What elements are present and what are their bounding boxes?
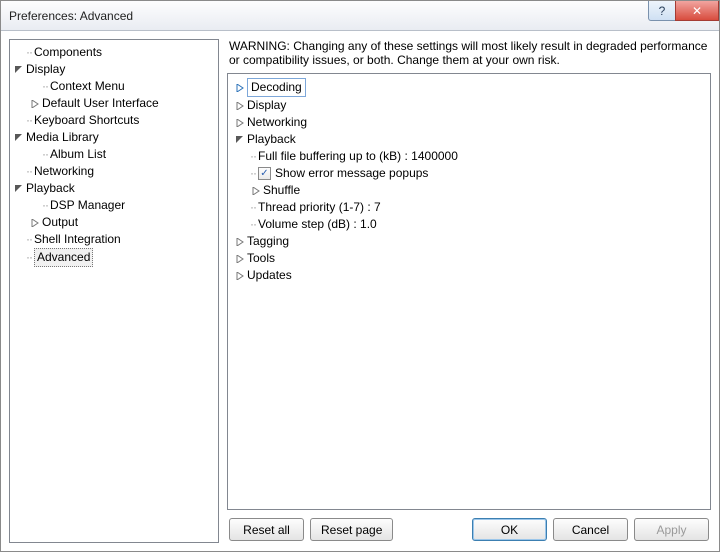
option-playback[interactable]: Playback (230, 131, 708, 148)
expand-icon[interactable] (234, 100, 246, 112)
option-updates[interactable]: Updates (230, 267, 708, 284)
content: ··Components Display ··Context Menu Defa… (1, 31, 719, 551)
tree-leaf-icon: ·· (26, 249, 32, 266)
expand-icon[interactable] (250, 185, 262, 197)
close-icon: ✕ (692, 4, 702, 18)
tree-leaf-icon: ·· (26, 231, 32, 248)
option-tools[interactable]: Tools (230, 250, 708, 267)
warning-text: WARNING: Changing any of these settings … (227, 39, 711, 73)
help-button[interactable]: ? (648, 1, 676, 21)
sidebar-item-media-library[interactable]: Media Library (12, 129, 216, 146)
apply-button[interactable]: Apply (634, 518, 709, 541)
cancel-button[interactable]: Cancel (553, 518, 628, 541)
sidebar-item-default-ui[interactable]: Default User Interface (12, 95, 216, 112)
tree-leaf-icon: ·· (250, 165, 256, 182)
option-networking[interactable]: Networking (230, 114, 708, 131)
tree-leaf-icon: ·· (26, 112, 32, 129)
ok-button[interactable]: OK (472, 518, 547, 541)
expand-icon[interactable] (29, 217, 41, 229)
sidebar-item-networking[interactable]: ··Networking (12, 163, 216, 180)
tree-leaf-icon: ·· (42, 197, 48, 214)
sidebar-item-display[interactable]: Display (12, 61, 216, 78)
titlebar: Preferences: Advanced ? ✕ (1, 1, 719, 31)
sidebar-item-dsp-manager[interactable]: ··DSP Manager (12, 197, 216, 214)
collapse-icon[interactable] (13, 132, 25, 144)
window-buttons: ? ✕ (649, 1, 719, 21)
option-thread-priority[interactable]: ··Thread priority (1-7) : 7 (230, 199, 708, 216)
expand-icon[interactable] (234, 236, 246, 248)
sidebar-item-playback[interactable]: Playback (12, 180, 216, 197)
option-full-file-buffering[interactable]: ··Full file buffering up to (kB) : 14000… (230, 148, 708, 165)
close-button[interactable]: ✕ (675, 1, 719, 21)
expand-icon[interactable] (29, 98, 41, 110)
option-shuffle[interactable]: Shuffle (230, 182, 708, 199)
sidebar-item-output[interactable]: Output (12, 214, 216, 231)
preferences-window: Preferences: Advanced ? ✕ ··Components D… (0, 0, 720, 552)
main-panel: WARNING: Changing any of these settings … (227, 39, 711, 543)
help-icon: ? (659, 4, 666, 18)
tree-leaf-icon: ·· (42, 78, 48, 95)
reset-all-button[interactable]: Reset all (229, 518, 304, 541)
option-volume-step[interactable]: ··Volume step (dB) : 1.0 (230, 216, 708, 233)
option-decoding[interactable]: Decoding (230, 78, 708, 97)
option-tagging[interactable]: Tagging (230, 233, 708, 250)
tree-leaf-icon: ·· (250, 216, 256, 233)
tree-leaf-icon: ·· (250, 199, 256, 216)
tree-leaf-icon: ·· (42, 146, 48, 163)
sidebar-item-components[interactable]: ··Components (12, 44, 216, 61)
checkbox-checked-icon[interactable]: ✓ (258, 167, 271, 180)
tree-leaf-icon: ·· (26, 163, 32, 180)
collapse-icon[interactable] (13, 64, 25, 76)
sidebar-item-context-menu[interactable]: ··Context Menu (12, 78, 216, 95)
sidebar-item-album-list[interactable]: ··Album List (12, 146, 216, 163)
sidebar-item-keyboard[interactable]: ··Keyboard Shortcuts (12, 112, 216, 129)
tree-leaf-icon: ·· (26, 44, 32, 61)
category-tree[interactable]: ··Components Display ··Context Menu Defa… (9, 39, 219, 543)
collapse-icon[interactable] (234, 134, 246, 146)
option-show-error-popups[interactable]: ··✓Show error message popups (230, 165, 708, 182)
expand-icon[interactable] (234, 253, 246, 265)
reset-page-button[interactable]: Reset page (310, 518, 393, 541)
advanced-options-tree[interactable]: Decoding Display Networking Playback ··F… (227, 73, 711, 510)
collapse-icon[interactable] (13, 183, 25, 195)
sidebar-item-shell[interactable]: ··Shell Integration (12, 231, 216, 248)
button-bar: Reset all Reset page OK Cancel Apply (227, 510, 711, 543)
tree-leaf-icon: ·· (250, 148, 256, 165)
expand-icon[interactable] (234, 270, 246, 282)
expand-icon[interactable] (234, 82, 246, 94)
expand-icon[interactable] (234, 117, 246, 129)
sidebar-item-advanced[interactable]: ··Advanced (12, 248, 216, 267)
option-display[interactable]: Display (230, 97, 708, 114)
window-title: Preferences: Advanced (9, 9, 133, 23)
